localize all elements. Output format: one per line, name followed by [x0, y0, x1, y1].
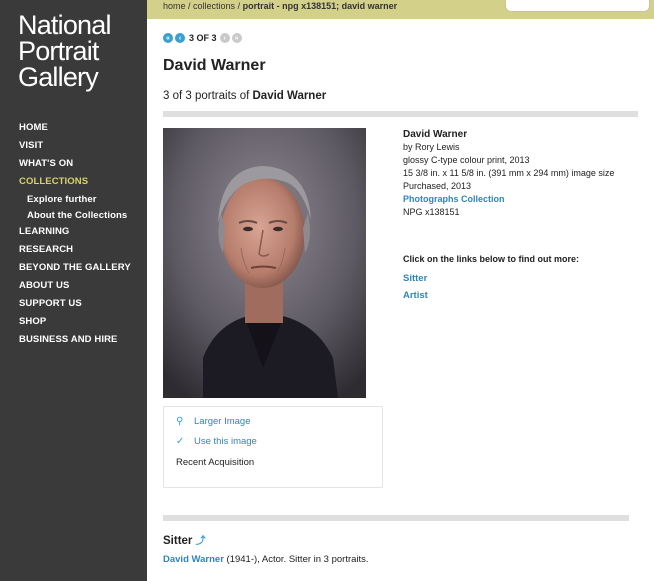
sitter-name: David Warner [403, 129, 468, 140]
portrait-count: 3 of 3 portraits of David Warner [163, 90, 326, 102]
pagination: « ‹ 3 OF 3 › » [163, 33, 244, 43]
breadcrumb-separator: / [235, 1, 243, 11]
search-input[interactable] [505, 0, 650, 12]
artist-link[interactable]: Artist [403, 290, 428, 301]
divider [163, 111, 638, 117]
breadcrumb-collections[interactable]: collections [193, 1, 235, 11]
next-page-icon: › [219, 33, 230, 43]
larger-image-link[interactable]: ⚲ Larger Image [176, 416, 251, 427]
nav-collections[interactable]: COLLECTIONS [19, 176, 131, 194]
top-bar: home / collections / portrait - npg x138… [147, 0, 654, 19]
use-image-link[interactable]: ✓ Use this image [176, 436, 257, 447]
use-image-label: Use this image [194, 436, 257, 447]
nav-learning[interactable]: LEARNING [19, 226, 131, 244]
npg-number: NPG x138151 [403, 207, 460, 217]
recent-acquisition: Recent Acquisition [176, 457, 255, 468]
nav-beyond-gallery[interactable]: BEYOND THE GALLERY [19, 262, 131, 280]
nav-business-hire[interactable]: BUSINESS AND HIRE [19, 334, 131, 352]
logo-line-2: Portrait [18, 36, 99, 66]
breadcrumb-current: portrait - npg x138151; david warner [242, 1, 398, 11]
sitter-heading-text: Sitter [163, 535, 193, 547]
breadcrumb-home[interactable]: home [163, 1, 186, 11]
main-nav: HOME VISIT WHAT'S ON COLLECTIONS Explore… [19, 122, 131, 352]
nav-support-us[interactable]: SUPPORT US [19, 298, 131, 316]
artist-credit: by Rory Lewis [403, 142, 460, 152]
portrait-count-prefix: 3 of 3 portraits of [163, 90, 253, 102]
breadcrumb: home / collections / portrait - npg x138… [163, 0, 397, 12]
last-page-icon: » [231, 33, 242, 43]
collection-link[interactable]: Photographs Collection [403, 193, 623, 206]
page-indicator: 3 OF 3 [189, 33, 217, 43]
sitter-heading: Sitter ⤴ [163, 532, 206, 547]
breadcrumb-separator: / [185, 1, 194, 11]
dimensions: 15 3/8 in. x 11 5/8 in. (391 mm x 294 mm… [403, 168, 615, 178]
first-page-icon[interactable]: « [163, 33, 173, 43]
checkmark-icon: ✓ [176, 436, 185, 447]
larger-image-label: Larger Image [194, 416, 251, 427]
nav-shop[interactable]: SHOP [19, 316, 131, 334]
magnifier-icon: ⚲ [176, 416, 184, 427]
arrow-up-icon[interactable]: ⤴ [196, 536, 206, 547]
nav-explore-further[interactable]: Explore further [19, 194, 131, 210]
portrait-count-name: David Warner [252, 90, 327, 102]
divider [163, 515, 629, 521]
sitter-link[interactable]: Sitter [403, 273, 427, 284]
gallery-logo[interactable]: National Portrait Gallery [18, 10, 111, 92]
sitter-entry: David Warner (1941-), Actor. Sitter in 3… [163, 554, 369, 565]
sitter-entry-desc: (1941-), Actor. Sitter in 3 portraits. [223, 554, 369, 565]
logo-line-3: Gallery [18, 62, 99, 92]
nav-research[interactable]: RESEARCH [19, 244, 131, 262]
nav-whats-on[interactable]: WHAT'S ON [19, 158, 131, 176]
nav-home[interactable]: HOME [19, 122, 131, 140]
nav-about-collections[interactable]: About the Collections [19, 210, 131, 226]
nav-visit[interactable]: VISIT [19, 140, 131, 158]
medium: glossy C-type colour print, 2013 [403, 155, 530, 165]
portrait-details: David Warner by Rory Lewis glossy C-type… [403, 128, 623, 219]
previous-page-icon[interactable]: ‹ [175, 33, 185, 43]
page-title: David Warner [163, 57, 266, 74]
links-intro: Click on the links below to find out mor… [403, 254, 580, 264]
nav-about-us[interactable]: ABOUT US [19, 280, 131, 298]
sitter-entry-link[interactable]: David Warner [163, 554, 224, 565]
logo-line-1: National [18, 10, 111, 40]
acquisition: Purchased, 2013 [403, 181, 472, 191]
portrait-image[interactable] [163, 128, 366, 398]
sidebar: National Portrait Gallery HOME VISIT WHA… [0, 0, 147, 581]
image-tools-panel: ⚲ Larger Image ✓ Use this image Recent A… [163, 406, 383, 488]
